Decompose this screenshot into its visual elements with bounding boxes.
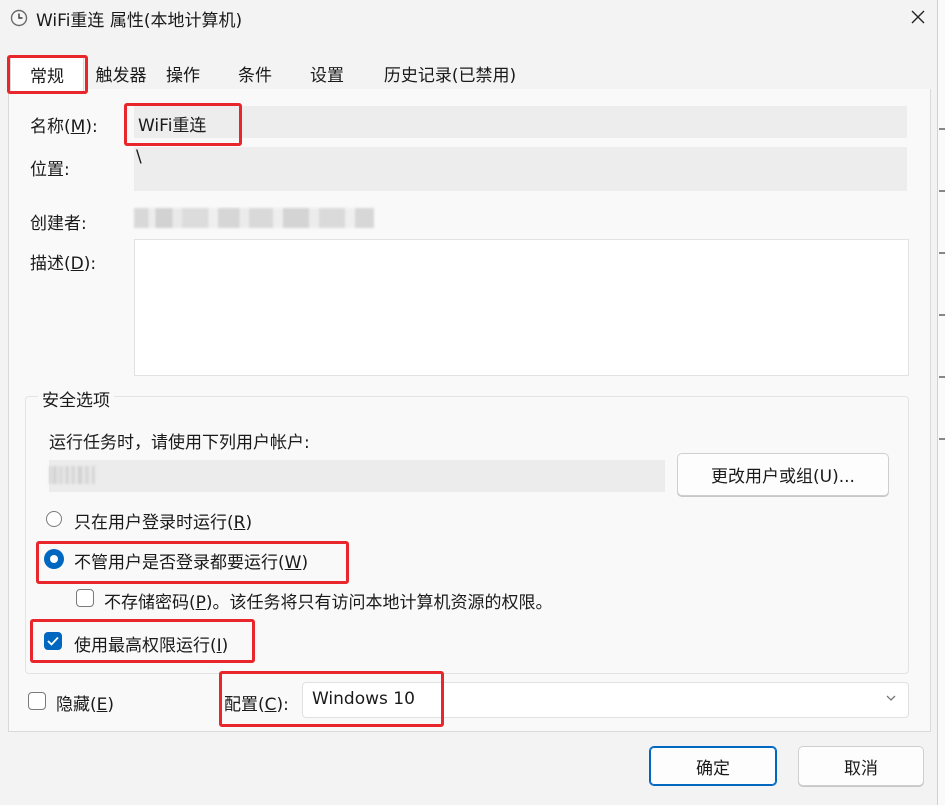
window-title: WiFi重连 属性(本地计算机) — [36, 11, 243, 31]
location-label: 位置: — [30, 160, 70, 180]
tab-label: 条件 — [238, 65, 272, 86]
chevron-down-icon — [886, 695, 896, 701]
cancel-button[interactable]: 取消 — [798, 746, 924, 786]
author-label: 创建者: — [30, 214, 87, 234]
name-label: 名称(M): — [30, 117, 98, 137]
name-field[interactable]: WiFi重连 — [134, 106, 907, 138]
checkbox-hidden[interactable] — [28, 692, 46, 710]
checkbox-no-store-password-label[interactable]: 不存储密码(P)。该任务将只有访问本地计算机资源的权限。 — [104, 588, 553, 613]
checkbox-highest-privileges[interactable] — [44, 632, 62, 650]
user-account-field — [49, 460, 665, 492]
close-button[interactable] — [898, 0, 938, 34]
edge-mark — [939, 128, 945, 130]
change-user-button[interactable]: 更改用户或组(U)... — [677, 453, 889, 496]
edge-mark — [939, 314, 945, 316]
close-icon — [911, 10, 925, 24]
task-clock-icon — [10, 9, 28, 27]
author-value-blurred — [134, 208, 374, 228]
name-value: WiFi重连 — [138, 116, 207, 136]
user-account-blurred — [49, 466, 95, 484]
edge-mark — [939, 376, 945, 378]
tab-label: 设置 — [310, 65, 344, 86]
location-value: \ — [136, 147, 142, 167]
tab-settings[interactable]: 设置 — [300, 58, 354, 88]
checkbox-no-store-password[interactable] — [76, 589, 94, 607]
description-textarea[interactable] — [134, 239, 909, 376]
config-select-value: Windows 10 — [312, 689, 415, 709]
config-label: 配置(C): — [224, 695, 289, 715]
checkbox-highest-privileges-label[interactable]: 使用最高权限运行(I) — [74, 631, 228, 656]
tab-conditions[interactable]: 条件 — [228, 58, 282, 88]
ok-button[interactable]: 确定 — [649, 746, 777, 786]
radio-logged-on-only[interactable] — [46, 511, 62, 527]
location-field: \ — [134, 147, 907, 191]
tab-label: 操作 — [166, 65, 200, 86]
radio-logged-on-only-label[interactable]: 只在用户登录时运行(R) — [74, 508, 252, 533]
edge-mark — [939, 252, 945, 254]
edge-mark — [939, 438, 945, 440]
config-select[interactable]: Windows 10 — [302, 682, 909, 718]
security-options-title: 安全选项 — [38, 386, 114, 411]
edge-mark — [939, 190, 945, 192]
tab-label: 触发器 — [95, 65, 147, 86]
tab-general[interactable]: 常规 — [10, 56, 84, 91]
background-window-edge — [937, 0, 945, 805]
radio-run-always-label[interactable]: 不管用户是否登录都要运行(W) — [74, 548, 308, 573]
radio-run-always[interactable] — [44, 549, 64, 569]
tab-label: 历史记录(已禁用) — [383, 65, 517, 86]
tab-history[interactable]: 历史记录(已禁用) — [370, 58, 530, 88]
tab-label: 常规 — [30, 66, 64, 87]
run-as-text: 运行任务时，请使用下列用户帐户: — [49, 433, 310, 453]
description-label: 描述(D): — [30, 254, 97, 274]
tab-actions[interactable]: 操作 — [158, 58, 208, 88]
checkbox-hidden-label[interactable]: 隐藏(E) — [56, 690, 114, 715]
check-icon — [47, 636, 59, 646]
tab-triggers[interactable]: 触发器 — [88, 58, 154, 88]
